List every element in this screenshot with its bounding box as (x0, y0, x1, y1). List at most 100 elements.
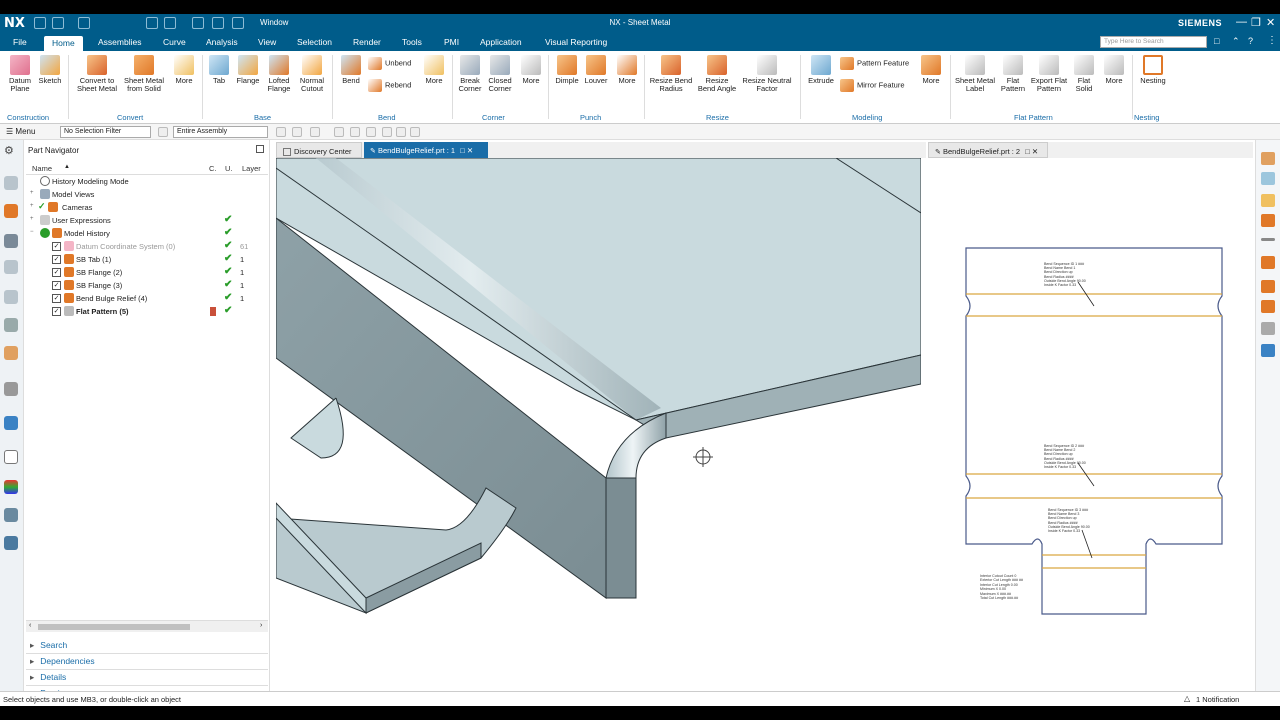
part-navigator-icon[interactable] (4, 234, 18, 248)
tab-discovery-center[interactable]: Discovery Center (276, 142, 362, 158)
fullscreen-icon[interactable]: □ (1214, 36, 1219, 46)
lofted-flange-button[interactable]: Lofted Flange (264, 55, 294, 93)
tab-pmi[interactable]: PMI (444, 37, 459, 47)
resize-neutral-factor-button[interactable]: Resize Neutral Factor (740, 55, 794, 93)
detach-icon[interactable]: □ (460, 146, 465, 155)
palette-icon[interactable] (4, 480, 18, 494)
globe-icon[interactable] (4, 416, 18, 430)
horizontal-scrollbar[interactable]: ‹ › (26, 620, 268, 632)
snap-icon[interactable] (276, 127, 286, 137)
break-corner-button[interactable]: Break Corner (456, 55, 484, 93)
sketch-button[interactable]: Sketch (37, 55, 63, 85)
tree-row-model-views[interactable]: + Model Views (28, 189, 266, 202)
snap-point-icon[interactable] (410, 127, 420, 137)
tab-assemblies[interactable]: Assemblies (98, 37, 141, 47)
sheet-metal-label-button[interactable]: Sheet Metal Label (954, 55, 996, 93)
tab-home[interactable]: Home (44, 36, 83, 51)
graphics-window-3d[interactable] (276, 158, 921, 704)
snap-point-icon[interactable] (382, 127, 392, 137)
search-icon[interactable]: ⚲ (1194, 37, 1201, 48)
tab-curve[interactable]: Curve (163, 37, 186, 47)
clock-icon[interactable] (4, 450, 18, 464)
column-u[interactable]: U. (225, 164, 233, 173)
selection-filter-dropdown[interactable]: No Selection Filter (60, 126, 151, 138)
column-name[interactable]: Name (32, 164, 52, 173)
export-flat-pattern-button[interactable]: Export Flat Pattern (1030, 55, 1068, 93)
close-tab-icon[interactable]: ✕ (467, 146, 473, 155)
bell-icon[interactable]: △ (1184, 694, 1190, 703)
snap-point-icon[interactable] (366, 127, 376, 137)
close-icon[interactable]: ✕ (1266, 16, 1275, 29)
convert-to-sheet-metal-button[interactable]: Convert to Sheet Metal (74, 55, 120, 93)
visibility-checkbox[interactable]: ✓ (52, 307, 61, 316)
bend-button[interactable]: Bend (338, 55, 364, 85)
pattern-icon[interactable] (1261, 280, 1275, 293)
grip-icon[interactable]: ⋮ (1267, 35, 1277, 46)
dimple-button[interactable]: Dimple (552, 55, 582, 85)
flat-solid-button[interactable]: Flat Solid (1070, 55, 1098, 93)
snap-point-icon[interactable] (350, 127, 360, 137)
minimize-icon[interactable]: — (1236, 16, 1247, 28)
closed-corner-button[interactable]: Closed Corner (485, 55, 515, 93)
material-icon[interactable] (1261, 256, 1275, 269)
corner-more-button[interactable]: More (518, 55, 544, 85)
tree-row-history-mode[interactable]: History Modeling Mode (28, 176, 266, 189)
settings-icon[interactable]: ⚙ (4, 144, 18, 158)
search-input[interactable]: Type Here to Search (1100, 36, 1207, 48)
tab-file[interactable]: File (13, 37, 27, 47)
tab-application[interactable]: Application (480, 37, 522, 47)
constraint-navigator-icon[interactable] (4, 204, 18, 218)
detach-icon[interactable]: □ (1025, 147, 1030, 156)
flange-button[interactable]: Flange (234, 55, 262, 85)
system-scenes-icon[interactable] (4, 536, 18, 550)
history-icon[interactable] (4, 382, 18, 396)
visibility-checkbox[interactable]: ✓ (52, 242, 61, 251)
visibility-checkbox[interactable]: ✓ (52, 294, 61, 303)
flat-icon[interactable] (1261, 322, 1275, 335)
sheet-metal-from-solid-button[interactable]: Sheet Metal from Solid (122, 55, 166, 93)
scroll-right-icon[interactable]: › (260, 622, 262, 629)
tab-view[interactable]: View (258, 37, 276, 47)
normal-cutout-button[interactable]: Normal Cutout (296, 55, 328, 93)
mirror-feature-button[interactable]: Mirror Feature (840, 79, 905, 92)
section-dependencies[interactable]: Dependencies (30, 656, 94, 667)
surface-icon[interactable] (1261, 172, 1275, 185)
rebend-button[interactable]: Rebend (368, 79, 411, 92)
flat-pattern-more-button[interactable]: More (1101, 55, 1127, 85)
visibility-checkbox[interactable]: ✓ (52, 255, 61, 264)
louver-button[interactable]: Louver (582, 55, 610, 85)
tab-selection[interactable]: Selection (297, 37, 332, 47)
expand-icon[interactable]: + (30, 203, 34, 209)
section-search[interactable]: Search (30, 640, 67, 651)
snap-icon[interactable] (292, 127, 302, 137)
menu-button[interactable]: ☰ Menu (6, 127, 35, 136)
scroll-left-icon[interactable]: ‹ (29, 622, 31, 629)
bend-more-button[interactable]: More (420, 55, 448, 85)
bend-feature-icon[interactable] (1261, 300, 1275, 313)
tree-row-flat-pattern[interactable]: ✓ Flat Pattern (5) ✔ (28, 305, 266, 319)
scroll-thumb[interactable] (38, 624, 190, 630)
unbend-button[interactable]: Unbend (368, 57, 411, 70)
hd3d-tools-icon[interactable] (4, 318, 18, 332)
tab-render[interactable]: Render (353, 37, 381, 47)
column-layer[interactable]: Layer (242, 164, 261, 173)
maximize-icon[interactable] (256, 145, 264, 153)
assembly-navigator-icon[interactable] (4, 176, 18, 190)
tab-analysis[interactable]: Analysis (206, 37, 238, 47)
selection-scope-dropdown[interactable]: Entire Assembly (173, 126, 268, 138)
notification-count[interactable]: 1 Notification (1196, 695, 1239, 704)
expand-icon[interactable]: + (30, 216, 34, 222)
filter-icon[interactable] (158, 127, 168, 137)
flat-pattern-button[interactable]: Flat Pattern (998, 55, 1028, 93)
selection-icon[interactable] (310, 127, 320, 137)
section-details[interactable]: Details (30, 672, 66, 683)
column-c[interactable]: C. (209, 164, 217, 173)
modeling-more-button[interactable]: More (918, 55, 944, 85)
flat-pattern-drawing[interactable]: Bend Sequence ID 1 ### Bend Name Bend 1 Be… (928, 158, 1253, 704)
extrude-button[interactable]: Extrude (806, 55, 836, 85)
tab-tools[interactable]: Tools (402, 37, 422, 47)
expand-icon[interactable]: + (30, 190, 34, 196)
tab-feature-button[interactable]: Tab (206, 55, 232, 85)
pattern-feature-button[interactable]: Pattern Feature (840, 57, 909, 70)
help-icon[interactable]: ? (1248, 36, 1253, 46)
